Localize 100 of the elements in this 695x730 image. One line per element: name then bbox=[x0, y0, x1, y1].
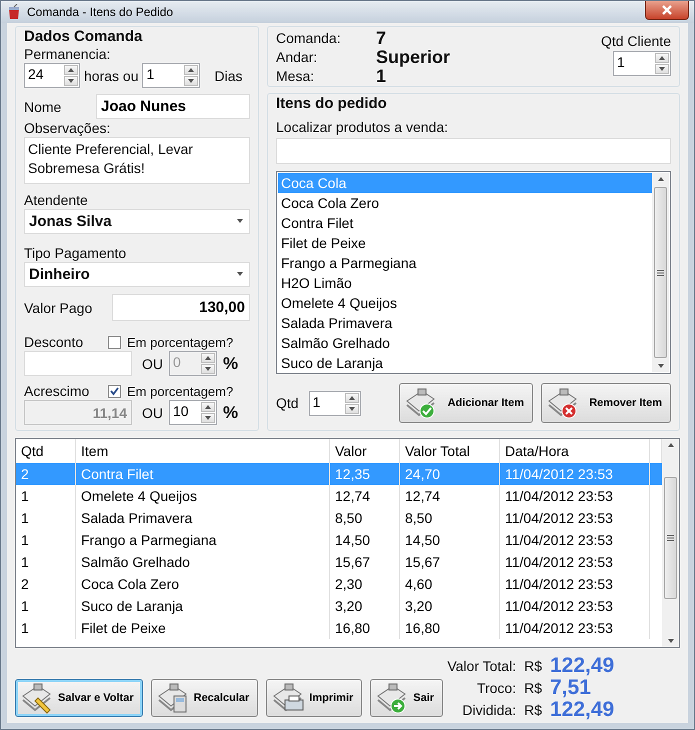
list-item[interactable]: Salada Primavera bbox=[278, 313, 652, 333]
table-cell: 11/04/2012 23:53 bbox=[500, 595, 650, 617]
recalculate-button[interactable]: Recalcular bbox=[150, 679, 258, 717]
table-cell: 14,50 bbox=[400, 529, 500, 551]
table-cell: 1 bbox=[16, 551, 76, 573]
table-row[interactable]: 1 Salada Primavera 8,50 8,50 11/04/2012 23:53 bbox=[16, 507, 662, 529]
list-item[interactable]: Frango a Parmegiana bbox=[278, 253, 652, 273]
table-cell: 4,60 bbox=[400, 573, 500, 595]
info-value: 7 bbox=[376, 29, 388, 48]
table-cell: 8,50 bbox=[330, 507, 400, 529]
spin-down-icon[interactable] bbox=[344, 404, 359, 414]
field-label: Acrescimo bbox=[24, 383, 90, 399]
list-item[interactable]: Suco de Laranja bbox=[278, 353, 652, 373]
list-item[interactable]: Filet de Peixe bbox=[278, 233, 652, 253]
table-cell: 16,80 bbox=[400, 617, 500, 639]
table-cell: 14,50 bbox=[330, 529, 400, 551]
group-title: Dados Comanda bbox=[24, 28, 144, 45]
name-field[interactable]: Joao Nunes bbox=[96, 94, 250, 119]
checkbox[interactable] bbox=[108, 384, 121, 398]
quantity-spinner[interactable]: 1 bbox=[308, 390, 361, 416]
search-field[interactable] bbox=[276, 138, 671, 164]
grip-icon bbox=[667, 535, 674, 541]
table-cell: 2,30 bbox=[330, 573, 400, 595]
save-button[interactable]: Salvar e Voltar bbox=[15, 679, 143, 717]
table-cell: Omelete 4 Queijos bbox=[76, 485, 330, 507]
scroll-up-icon[interactable] bbox=[658, 177, 664, 181]
table-cell: 11/04/2012 23:53 bbox=[500, 617, 650, 639]
spin-down-icon[interactable] bbox=[64, 76, 78, 86]
total-value: 122,49 bbox=[550, 655, 616, 677]
table-cell: Suco de Laranja bbox=[76, 595, 330, 617]
print-button[interactable]: Imprimir bbox=[266, 679, 362, 717]
field-label: Localizar produtos a venda: bbox=[276, 119, 449, 135]
table-cell: 8,50 bbox=[400, 507, 500, 529]
list-item[interactable]: Coca Cola Zero bbox=[278, 193, 652, 213]
percent-spinner[interactable]: 10 bbox=[169, 400, 217, 425]
add-item-button[interactable]: Adicionar Item bbox=[399, 383, 533, 423]
exit-button[interactable]: Sair bbox=[370, 679, 444, 717]
spin-up-icon[interactable] bbox=[655, 53, 669, 63]
table-row[interactable]: 1 Filet de Peixe 16,80 16,80 11/04/2012 23:53 bbox=[16, 617, 662, 639]
field-label: Atendente bbox=[24, 192, 89, 208]
table-cell: 12,35 bbox=[330, 463, 400, 485]
table-cell: 12,74 bbox=[400, 485, 500, 507]
spin-up-icon[interactable] bbox=[64, 65, 78, 75]
table-row[interactable]: 1 Salmão Grelhado 15,67 15,67 11/04/2012 23:53 bbox=[16, 551, 662, 573]
dropdown-arrow-icon[interactable] bbox=[237, 272, 243, 276]
table-cell: 11/04/2012 23:53 bbox=[500, 529, 650, 551]
table-cell: 11/04/2012 23:53 bbox=[500, 485, 650, 507]
table-row[interactable]: 1 Omelete 4 Queijos 12,74 12,74 11/04/2012 23:53 bbox=[16, 485, 662, 507]
close-icon bbox=[662, 5, 672, 15]
scroll-up-icon[interactable] bbox=[668, 443, 674, 447]
table-cell: 11/04/2012 23:53 bbox=[500, 551, 650, 573]
field-label: Nome bbox=[24, 98, 62, 114]
scroll-down-icon[interactable] bbox=[658, 364, 664, 368]
table-row[interactable]: 1 Suco de Laranja 3,20 3,20 11/04/2012 23:53 bbox=[16, 595, 662, 617]
spin-up-icon[interactable] bbox=[201, 402, 215, 412]
table-row[interactable]: 1 Frango a Parmegiana 14,50 14,50 11/04/2012 23:53 bbox=[16, 529, 662, 551]
value-field[interactable] bbox=[24, 351, 132, 376]
list-item[interactable]: H2O Limão bbox=[278, 273, 652, 293]
list-item[interactable]: Omelete 4 Queijos bbox=[278, 293, 652, 313]
notes-field[interactable]: Cliente Preferencial, Levar Sobremesa Grátis! bbox=[24, 137, 250, 184]
dropdown-arrow-icon[interactable] bbox=[237, 219, 243, 224]
remove-item-button[interactable]: Remover Item bbox=[541, 383, 671, 423]
table-cell: Salada Primavera bbox=[76, 507, 330, 529]
currency-label: R$ bbox=[524, 679, 542, 698]
spin-down-icon[interactable] bbox=[201, 413, 215, 423]
scrollbar[interactable] bbox=[662, 439, 679, 647]
checkbox[interactable] bbox=[108, 336, 121, 348]
currency-label: R$ bbox=[524, 701, 542, 720]
hours-spinner[interactable]: 24 bbox=[24, 63, 80, 88]
days-spinner[interactable]: 1 bbox=[142, 63, 200, 88]
field-label: Tipo Pagamento bbox=[24, 244, 128, 261]
list-item[interactable]: Contra Filet bbox=[278, 213, 652, 233]
spin-down-icon[interactable] bbox=[655, 64, 669, 74]
scrollbar[interactable] bbox=[652, 173, 669, 372]
spin-up-icon[interactable] bbox=[184, 65, 198, 75]
spin-down-icon[interactable] bbox=[184, 76, 198, 86]
table-cell: 3,20 bbox=[400, 595, 500, 617]
client-count-spinner[interactable]: 1 bbox=[613, 51, 671, 76]
table-cell: Salmão Grelhado bbox=[76, 551, 330, 573]
table-cell: 11/04/2012 23:53 bbox=[500, 507, 650, 529]
attendant-dropdown[interactable]: Jonas Silva bbox=[24, 208, 250, 234]
table-row[interactable]: 2 Coca Cola Zero 2,30 4,60 11/04/2012 23:53 bbox=[16, 573, 662, 595]
field-label: Valor Pago bbox=[24, 300, 94, 316]
payment-dropdown[interactable]: Dinheiro bbox=[24, 262, 250, 287]
close-button[interactable] bbox=[645, 1, 689, 20]
scroll-down-icon[interactable] bbox=[668, 639, 674, 643]
table-cell: 12,74 bbox=[330, 485, 400, 507]
field-label: Qtd bbox=[276, 395, 299, 411]
list-item[interactable]: Salmão Grelhado bbox=[278, 333, 652, 353]
table-cell: 1 bbox=[16, 529, 76, 551]
spin-up-icon[interactable] bbox=[344, 392, 359, 402]
table-cell: 16,80 bbox=[330, 617, 400, 639]
total-value: 7,51 bbox=[550, 677, 592, 699]
table-cell: 11/04/2012 23:53 bbox=[500, 463, 650, 485]
amount-paid-field[interactable]: 130,00 bbox=[112, 294, 250, 321]
cup-icon bbox=[7, 4, 21, 20]
table-cell: 24,70 bbox=[400, 463, 500, 485]
table-cell: 1 bbox=[16, 617, 76, 639]
field-label: Observações: bbox=[24, 120, 112, 136]
info-label: Andar: bbox=[276, 48, 318, 67]
